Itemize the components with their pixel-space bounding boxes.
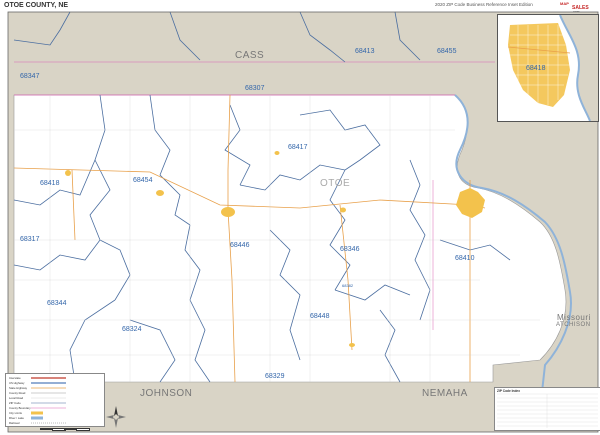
inset-zip-label: 68418 [526, 65, 546, 72]
scale-segment [76, 428, 90, 431]
scale-segment [64, 428, 76, 430]
zip-label-68307: 68307 [245, 85, 265, 92]
zip-label-68324: 68324 [122, 326, 142, 333]
legend-swatches [31, 377, 66, 424]
map-legend: Interstate US Highway State Highway Coun… [5, 373, 105, 427]
zip-label-68446: 68446 [230, 242, 250, 249]
zip-label-68410: 68410 [455, 255, 475, 262]
zip-index-table [497, 393, 598, 428]
zip-label-68448: 68448 [310, 313, 330, 320]
north-arrow-icon [106, 406, 126, 428]
zip-label-68382: 68382 [342, 283, 354, 288]
zip-label-68454: 68454 [133, 177, 153, 184]
state-label-missouri: Missouri [557, 313, 591, 322]
zip-label-68317: 68317 [20, 236, 40, 243]
zip-label-68347: 68347 [20, 73, 40, 80]
zip-label-68329: 68329 [265, 373, 285, 380]
zip-code-index: ZIP Code Index [494, 387, 600, 431]
county-label-nemaha: NEMAHA [422, 388, 468, 399]
scale-bar [40, 428, 100, 432]
zip-label-68455: 68455 [437, 48, 457, 55]
county-label-atchison: ATCHISON [556, 322, 591, 328]
zip-label-68418: 68418 [40, 180, 60, 187]
inset-map-canvas [498, 15, 598, 121]
zip-label-68346: 68346 [340, 246, 360, 253]
zip-label-68344: 68344 [47, 300, 67, 307]
zip-label-68413: 68413 [355, 48, 375, 55]
county-label-cass: CASS [235, 50, 265, 61]
map-page: OTOE COUNTY, NE 2020 ZIP Code Business R… [0, 0, 600, 435]
nebraska-city-inset[interactable]: 68418 [497, 14, 599, 122]
county-label-otoe: OTOE [320, 178, 351, 189]
county-label-johnson: JOHNSON [140, 388, 193, 399]
scale-segment [40, 428, 52, 430]
zip-label-68417: 68417 [288, 144, 308, 151]
